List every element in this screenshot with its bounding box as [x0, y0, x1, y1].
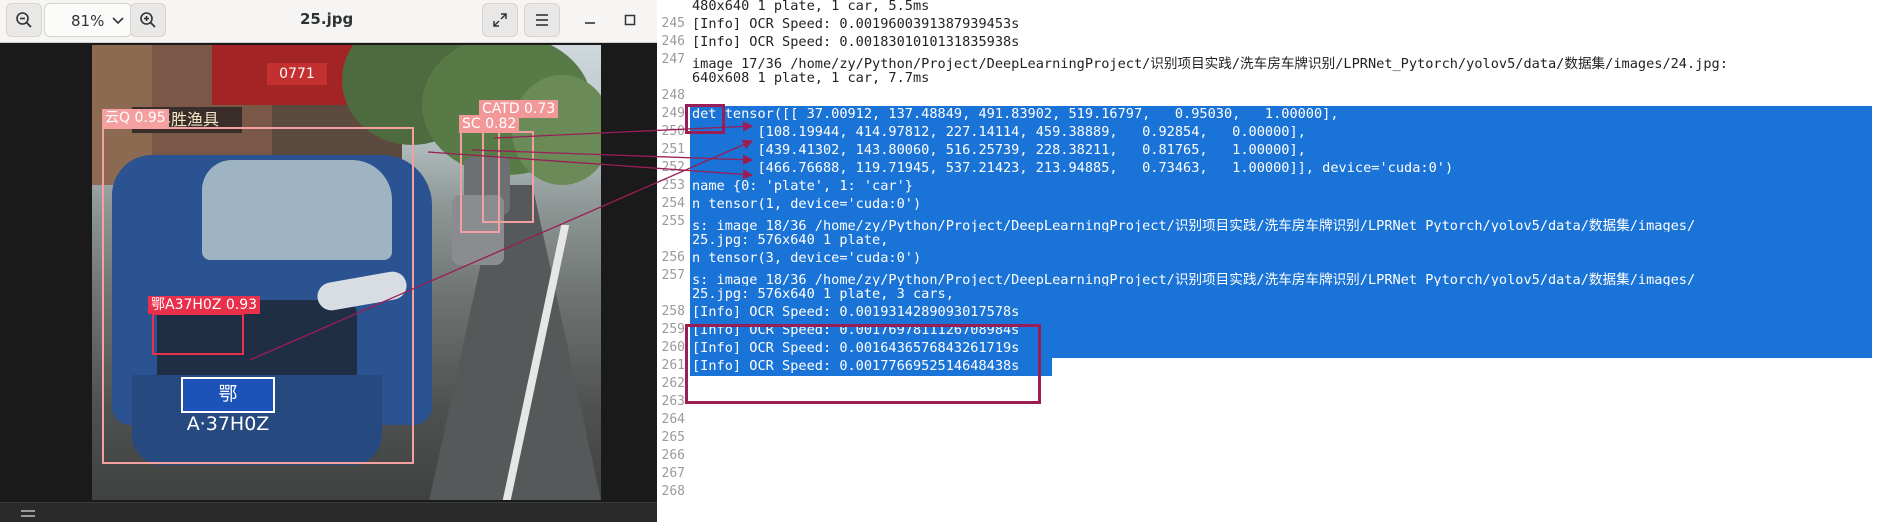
annotation-arrows: [249, 121, 754, 361]
arrow-line: [249, 139, 754, 361]
arrow-line: [427, 151, 754, 180]
arrow-line: [493, 121, 754, 139]
